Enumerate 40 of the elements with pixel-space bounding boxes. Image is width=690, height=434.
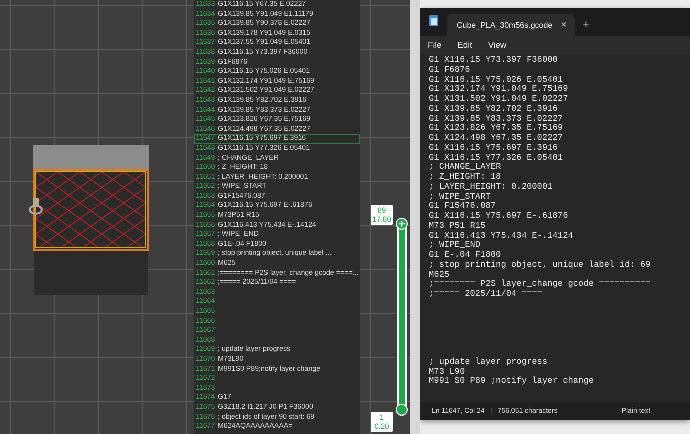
- text-line: G1 X132.174 Y91.049 E.75169: [429, 85, 570, 95]
- text-line: G1 X123.826 Y67.35 E.75169: [429, 124, 564, 134]
- text-line: ; stop printing object, unique label id: 69: [429, 260, 652, 270]
- text-line: G1 F15476.087: [429, 202, 498, 212]
- scrollbar[interactable]: [410, 0, 420, 434]
- text-line: ; LAYER_HEIGHT: 0.200001: [429, 182, 554, 192]
- text-line: G1 X139.85 Y83.373 E.02227: [429, 114, 564, 124]
- text-line: ; CHANGE_LAYER: [429, 163, 502, 173]
- text-line: G1 X124.498 Y67.35 E.02227: [429, 134, 564, 144]
- text-line: ; WIPE_END: [429, 241, 482, 251]
- text-line: ; Z_HEIGHT: 18: [429, 173, 502, 183]
- text-line: G1 E-.04 F1800: [429, 251, 502, 260]
- tab-title: Cube_PLA_30m56s.gcode: [457, 20, 553, 30]
- text-line: G1 X116.15 Y75.026 E.05401: [429, 76, 564, 85]
- text-line: G1 X116.413 Y75.434 E-.14124: [429, 232, 574, 241]
- menu-item[interactable]: File: [428, 40, 442, 50]
- text-line: M991 S0 P89 ;notify layer change: [429, 377, 596, 387]
- menu-item[interactable]: Edit: [458, 40, 472, 50]
- text-line: ;======== P2S layer_change gcode ==========: [429, 280, 652, 290]
- text-line: ;===== 2025/11/04 ====: [429, 290, 544, 300]
- text-line: G1 X116.15 Y77.326 E.05401: [429, 154, 564, 163]
- text-line: G1 F6876: [429, 66, 472, 76]
- nozzle-icon: [29, 198, 43, 218]
- text-line: M73 L90: [429, 368, 466, 377]
- text-line: G1 X139.85 Y82.702 E.3916: [429, 104, 559, 114]
- notepad-icon: [429, 15, 439, 27]
- text-line: G1 X116.15 Y73.397 F36000: [429, 56, 559, 66]
- text-line: M73 P51 R15: [429, 222, 487, 232]
- text-line: M625: [429, 270, 451, 280]
- menu-item[interactable]: View: [488, 40, 507, 50]
- text-line: G1 X116.15 Y75.697 E.3916: [429, 144, 559, 154]
- text-line: ; WIPE_START: [429, 192, 492, 202]
- file-tab[interactable]: Cube_PLA_30m56s.gcode ×: [447, 14, 575, 36]
- close-icon[interactable]: ×: [561, 20, 567, 30]
- text-line: ; update layer progress: [429, 358, 549, 368]
- slider-handle[interactable]: [396, 218, 408, 230]
- text-line: G1 X116.15 Y75.697 E-.61876: [429, 212, 570, 222]
- new-tab-button[interactable]: +: [583, 19, 590, 31]
- text-line: G1 X131.502 Y91.049 E.02227: [429, 95, 570, 105]
- slider-handle[interactable]: [396, 404, 408, 416]
